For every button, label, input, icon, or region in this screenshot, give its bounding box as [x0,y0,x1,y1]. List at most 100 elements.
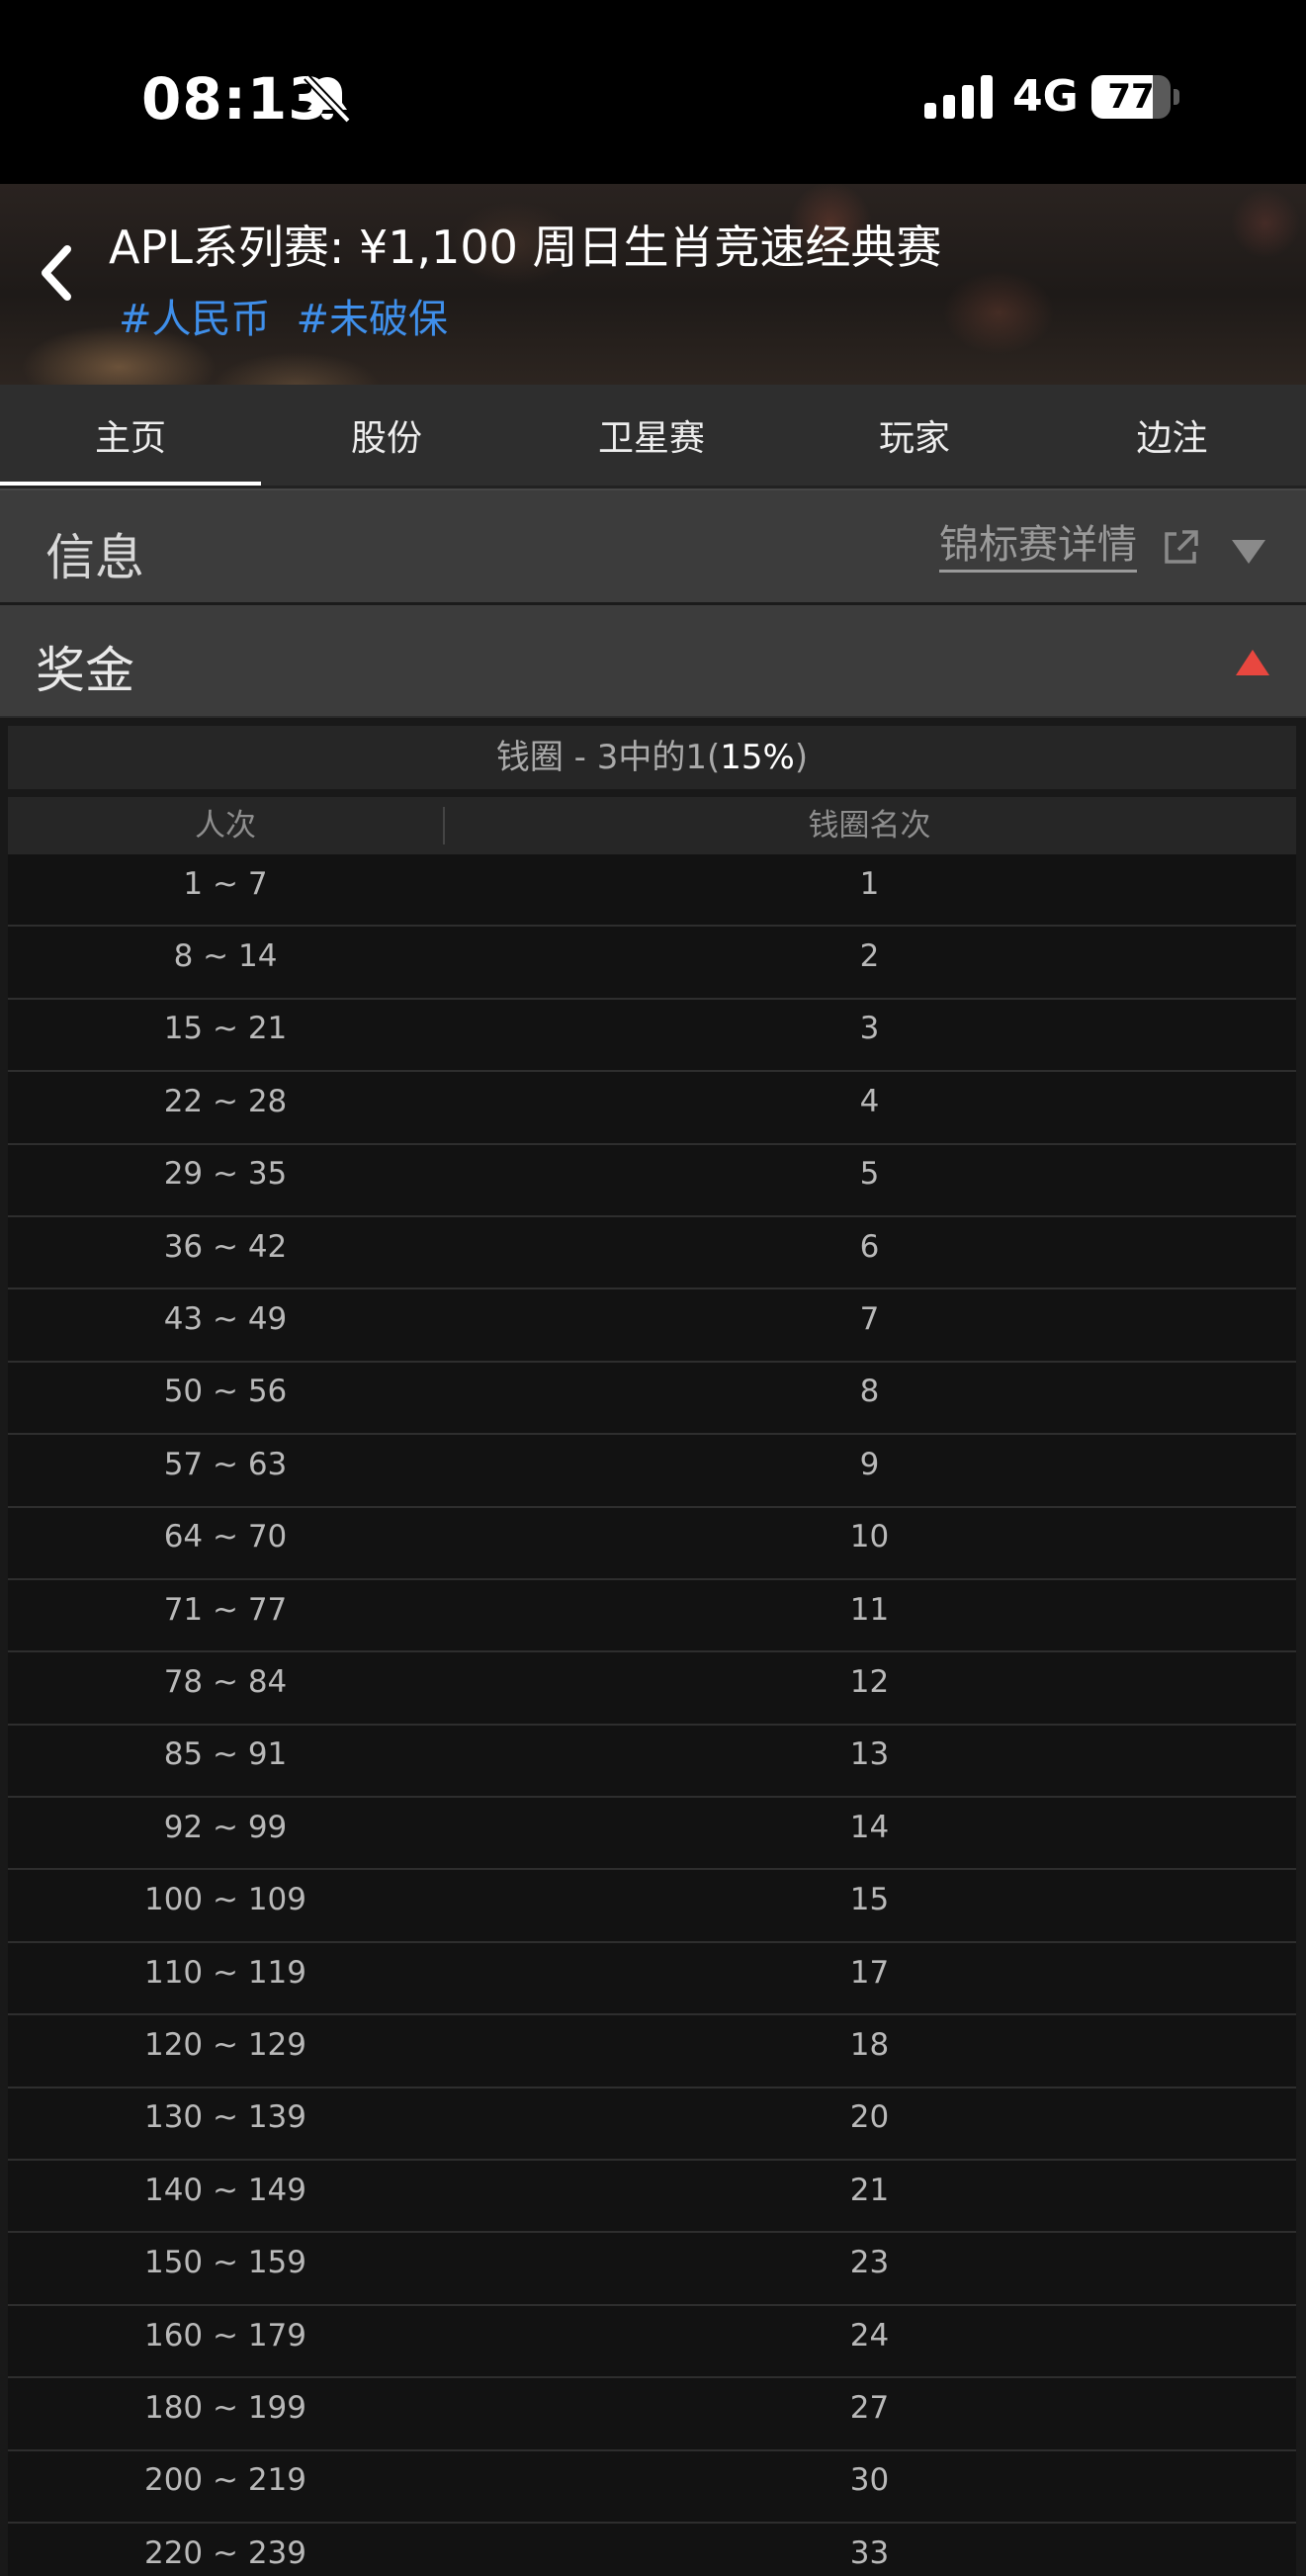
tournament-header: APL系列赛: ¥1,100 周日生肖竞速经典赛 #人民币 #未破保 [0,184,1306,385]
cell-entries: 15 ~ 21 [163,1011,288,1047]
table-row: 43 ~ 49 7 [8,1289,1296,1363]
cell-entries: 130 ~ 139 [143,2099,307,2136]
caption-prefix: 钱圈 - 3中的1( [495,738,721,777]
info-title: 信息 [45,529,144,586]
tab-label: 边注 [1136,418,1208,459]
table-row: 1 ~ 7 1 [8,854,1296,928]
table-row: 130 ~ 139 20 [8,2087,1296,2162]
cell-paid-places: 20 [849,2099,890,2136]
table-row: 8 ~ 14 2 [8,927,1296,1000]
cell-paid-places: 33 [849,2534,890,2571]
tab-bar: 主页 股份 卫星赛 玩家 边注 [0,385,1306,486]
cell-paid-places: 10 [849,1519,890,1555]
table-row: 22 ~ 28 4 [8,1072,1296,1145]
triangle-up-icon[interactable] [1234,647,1271,678]
info-section-header[interactable]: 信息 锦标赛详情 [0,489,1306,605]
cell-paid-places: 11 [849,1591,890,1628]
cell-paid-places: 18 [849,2026,890,2063]
cell-paid-places: 6 [859,1228,880,1265]
table-row: 29 ~ 35 5 [8,1144,1296,1217]
cell-entries: 78 ~ 84 [163,1663,288,1700]
network-type: 4G [1012,71,1079,122]
tournament-details-link[interactable]: 锦标赛详情 [939,520,1137,573]
cell-paid-places: 17 [849,1954,890,1991]
battery-icon: 77 [1091,75,1179,119]
cell-paid-places: 5 [859,1156,880,1193]
tab-side-bets[interactable]: 边注 [1038,385,1306,486]
external-link-icon[interactable] [1159,526,1202,570]
table-row: 100 ~ 109 15 [8,1870,1296,1943]
tab-home[interactable]: 主页 [0,385,261,486]
tab-players[interactable]: 玩家 [791,385,1038,486]
table-row: 220 ~ 239 33 [8,2523,1296,2576]
tag-guarantee[interactable]: #未破保 [297,287,449,344]
table-row: 71 ~ 77 11 [8,1579,1296,1653]
cell-paid-places: 8 [859,1374,880,1410]
prize-section-header[interactable]: 奖金 [0,605,1306,718]
cell-entries: 180 ~ 199 [143,2389,307,2426]
cell-entries: 57 ~ 63 [163,1446,288,1482]
table-row: 180 ~ 199 27 [8,2378,1296,2451]
table-row: 57 ~ 63 9 [8,1435,1296,1508]
tab-label: 玩家 [878,418,950,459]
table-row: 15 ~ 21 3 [8,999,1296,1073]
table-row: 110 ~ 119 17 [8,1942,1296,2016]
column-header-entries: 人次 [195,808,256,844]
cell-paid-places: 23 [849,2245,890,2281]
table-row: 85 ~ 91 13 [8,1725,1296,1799]
tab-shares[interactable]: 股份 [261,385,512,486]
tag-currency[interactable]: #人民币 [119,287,271,344]
cell-entries: 71 ~ 77 [163,1591,288,1628]
column-header-paid-places: 钱圈名次 [808,808,931,844]
cell-paid-places: 15 [849,1882,890,1918]
cell-entries: 220 ~ 239 [143,2534,307,2571]
cell-entries: 150 ~ 159 [143,2245,307,2281]
cellular-signal-icon [924,75,993,119]
cell-paid-places: 4 [859,1083,880,1119]
cell-entries: 22 ~ 28 [163,1083,288,1119]
cell-entries: 160 ~ 179 [143,2317,307,2354]
cell-paid-places: 3 [859,1011,880,1047]
bell-muted-icon [304,74,351,124]
cell-entries: 85 ~ 91 [163,1736,288,1773]
battery-percent: 77 [1107,77,1155,117]
table-body: 1 ~ 7 1 8 ~ 14 2 15 ~ 21 3 22 ~ 28 4 29 ~ 35 5 36 … [8,854,1296,2576]
table-row: 92 ~ 99 14 [8,1798,1296,1871]
cell-paid-places: 14 [849,1809,890,1845]
payout-table: 钱圈 - 3中的1(15%) 人次 钱圈名次 1 ~ 7 1 8 ~ 14 2 15 ~… [0,718,1306,2576]
tag-list: #人民币 #未破保 [119,287,448,344]
cell-entries: 64 ~ 70 [163,1519,288,1555]
page-title: APL系列赛: ¥1,100 周日生肖竞速经典赛 [109,221,942,274]
tab-label: 主页 [94,418,166,459]
table-row: 150 ~ 159 23 [8,2233,1296,2306]
cell-paid-places: 1 [859,865,880,902]
cell-entries: 36 ~ 42 [163,1228,288,1265]
table-header: 人次 钱圈名次 [8,797,1296,854]
table-row: 120 ~ 129 18 [8,2015,1296,2088]
cell-paid-places: 12 [849,1663,890,1700]
cell-entries: 50 ~ 56 [163,1374,288,1410]
cell-paid-places: 24 [849,2317,890,2354]
cell-paid-places: 9 [859,1446,880,1482]
cell-paid-places: 2 [859,938,880,975]
table-row: 36 ~ 42 6 [8,1216,1296,1290]
table-row: 64 ~ 70 10 [8,1507,1296,1580]
cell-entries: 43 ~ 49 [163,1301,288,1338]
cell-entries: 1 ~ 7 [183,865,268,902]
table-row: 78 ~ 84 12 [8,1652,1296,1726]
cell-entries: 200 ~ 219 [143,2462,307,2499]
cell-entries: 100 ~ 109 [143,1882,307,1918]
triangle-down-icon[interactable] [1230,536,1267,566]
caption-suffix: ) [794,738,809,777]
cell-paid-places: 21 [849,2172,890,2208]
tab-satellites[interactable]: 卫星赛 [512,385,791,486]
cell-paid-places: 27 [849,2389,890,2426]
table-row: 200 ~ 219 30 [8,2450,1296,2524]
cell-entries: 92 ~ 99 [163,1809,288,1845]
chevron-left-icon[interactable] [28,237,83,309]
cell-paid-places: 13 [849,1736,890,1773]
table-row: 140 ~ 149 21 [8,2161,1296,2234]
cell-entries: 110 ~ 119 [143,1954,307,1991]
table-row: 50 ~ 56 8 [8,1362,1296,1436]
money-bubble-caption: 钱圈 - 3中的1(15%) [8,726,1296,789]
